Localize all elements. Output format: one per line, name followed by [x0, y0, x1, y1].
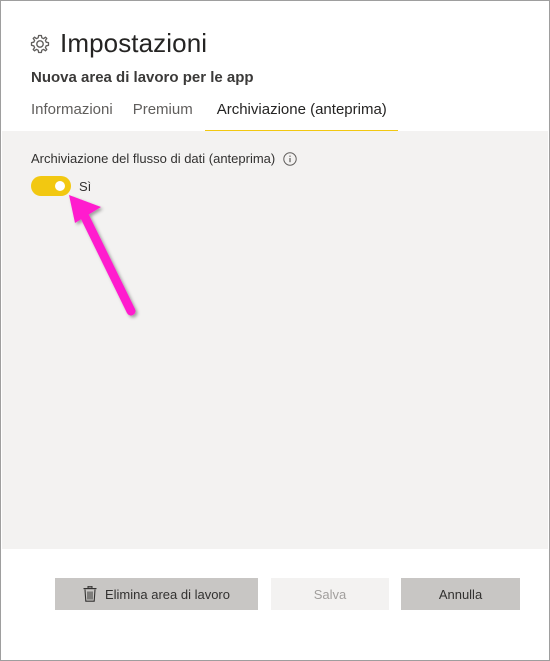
delete-workspace-label: Elimina area di lavoro: [104, 586, 230, 602]
tab-premium[interactable]: Premium: [133, 101, 193, 132]
tab-informazioni[interactable]: Informazioni: [31, 101, 113, 132]
dialog-header: Impostazioni: [30, 28, 207, 59]
workspace-name: Nuova area di lavoro per le app: [31, 69, 254, 86]
toggle-knob: [55, 181, 65, 191]
info-icon[interactable]: [283, 151, 297, 166]
setting-label: Archiviazione del flusso di dati (antepr…: [31, 151, 276, 166]
tab-archiviazione[interactable]: Archiviazione (anteprima): [204, 101, 398, 132]
settings-dialog: Impostazioni Nuova area di lavoro per le…: [0, 0, 550, 661]
cancel-button[interactable]: Annulla: [401, 578, 520, 610]
dataflow-storage-setting: Archiviazione del flusso di dati (antepr…: [31, 151, 297, 166]
trash-icon: [83, 586, 97, 602]
annotation-arrow-icon: [69, 195, 136, 316]
delete-workspace-button[interactable]: Elimina area di lavoro: [55, 578, 258, 610]
gear-icon: [30, 34, 50, 53]
save-button[interactable]: Salva: [271, 578, 389, 610]
dialog-title: Impostazioni: [60, 28, 208, 58]
tab-bar: Informazioni Premium Archiviazione (ante…: [31, 101, 418, 132]
